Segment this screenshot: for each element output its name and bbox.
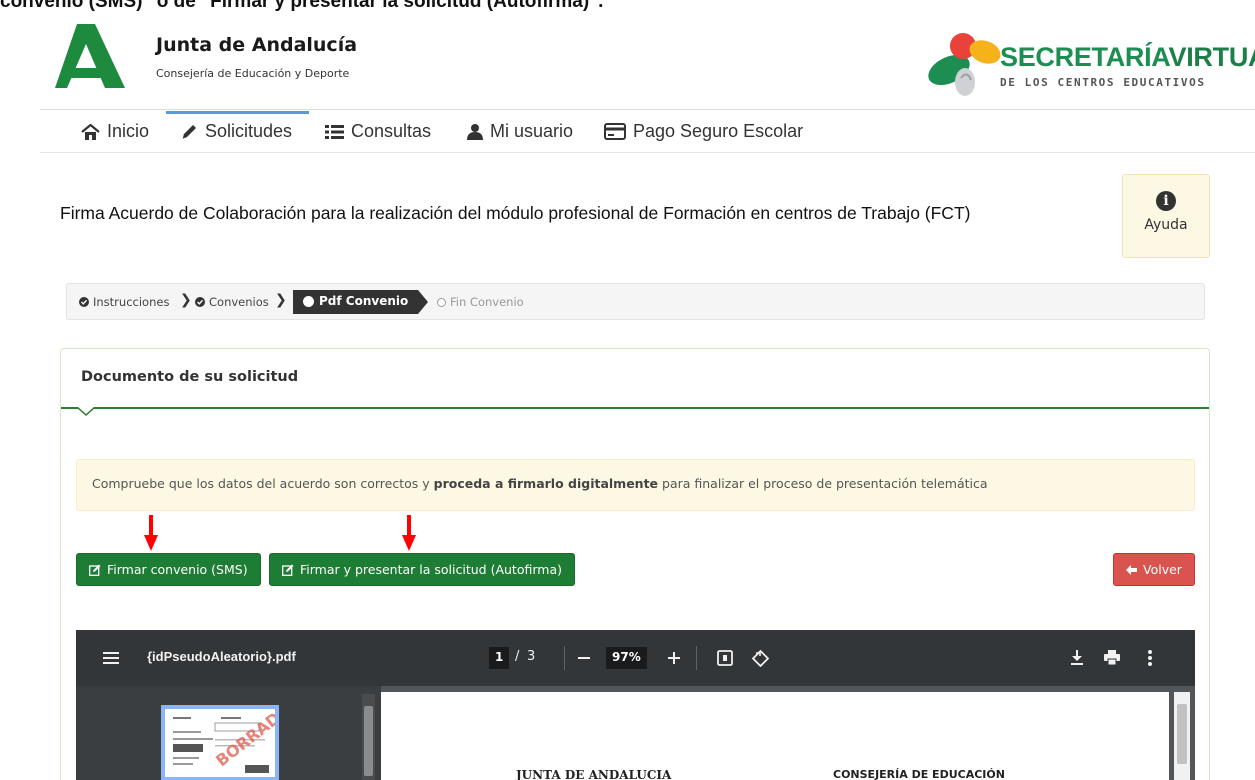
button-label: Volver — [1143, 562, 1182, 577]
scrollbar-thumb[interactable] — [1177, 704, 1187, 764]
document-panel: Documento de su solicitud Compruebe que … — [60, 348, 1210, 780]
step-pdf-convenio: Pdf Convenio — [293, 290, 429, 314]
print-icon[interactable] — [1104, 650, 1120, 665]
fit-page-icon[interactable] — [717, 650, 733, 666]
sign-autofirma-button[interactable]: Firmar y presentar la solicitud (Autofir… — [269, 553, 575, 586]
user-icon — [467, 124, 483, 140]
step-instrucciones[interactable]: Instrucciones — [79, 295, 169, 309]
main-navbar: Inicio Solicitudes Consultas Mi usuario … — [40, 111, 1255, 153]
junta-de-andalucia-logo — [55, 24, 125, 88]
pdf-toolbar: {idPseudoAleatorio}.pdf 1 / 3 97% — [76, 630, 1195, 686]
panel-notch — [77, 407, 95, 416]
page-number-input[interactable]: 1 — [489, 647, 510, 669]
nav-label: Inicio — [107, 121, 150, 141]
alert-text-bold: proceda a firmarlo digitalmente — [433, 476, 659, 491]
chevron-right-icon: ❯ — [275, 292, 287, 308]
home-icon — [81, 123, 100, 140]
nav-label: Consultas — [351, 121, 432, 141]
page-separator: / — [515, 649, 520, 664]
alert-text-after: para finalizar el proceso de presentació… — [658, 476, 988, 491]
empty-circle-icon — [437, 297, 446, 307]
arrow-left-icon — [1126, 564, 1137, 575]
check-circle-icon — [79, 297, 89, 307]
pdf-viewer: {idPseudoAleatorio}.pdf 1 / 3 97% BORRAD… — [76, 630, 1195, 780]
page-scrollbar[interactable] — [1174, 692, 1190, 780]
nav-active-indicator — [166, 111, 309, 114]
nav-item-inicio[interactable]: Inicio — [81, 121, 149, 142]
site-header: Junta de Andalucía Consejería de Educaci… — [40, 12, 1255, 110]
nav-item-mi-usuario[interactable]: Mi usuario — [467, 121, 573, 142]
step-label: Instrucciones — [93, 295, 170, 309]
button-label: Firmar y presentar la solicitud (Autofir… — [300, 562, 562, 577]
thumbnail-preview: BORRADOR — [173, 709, 275, 773]
menu-icon[interactable] — [103, 652, 119, 664]
info-icon: i — [1156, 191, 1176, 211]
zoom-level-input[interactable]: 97% — [606, 647, 647, 669]
panel-header: Documento de su solicitud — [61, 349, 1209, 416]
thumbnail-scrollbar[interactable] — [362, 694, 375, 780]
step-label: Convenios — [209, 295, 269, 309]
help-label: Ayuda — [1144, 217, 1188, 233]
step-label: Pdf Convenio — [319, 294, 409, 308]
zoom-out-icon[interactable] — [578, 657, 590, 659]
brand-title-part-2: VIRTUAL — [1168, 42, 1255, 72]
check-circle-icon — [195, 297, 205, 307]
button-label: Firmar convenio (SMS) — [107, 562, 248, 577]
nav-item-consultas[interactable]: Consultas — [325, 121, 431, 142]
warning-alert: Compruebe que los datos del acuerdo son … — [76, 459, 1195, 511]
page-header-left: JUNTA DE ANDALUCIA — [516, 768, 672, 780]
nav-label: Solicitudes — [205, 121, 293, 141]
current-step-dot-icon — [303, 296, 314, 307]
page-title: Firma Acuerdo de Colaboración para la re… — [60, 203, 971, 223]
scrollbar-thumb[interactable] — [364, 706, 373, 776]
annotation-arrow-icon — [402, 515, 416, 551]
toolbar-divider — [696, 646, 697, 670]
pencil-icon — [182, 124, 196, 139]
annotation-arrow-icon — [144, 515, 158, 551]
brand-title-part-1: SECRETARÍA — [1000, 42, 1169, 72]
edit-icon — [282, 564, 294, 576]
toolbar-divider — [564, 646, 565, 670]
more-options-icon[interactable] — [1148, 650, 1152, 666]
step-convenios[interactable]: Convenios — [195, 295, 269, 309]
page-header-right: CONSEJERÍA DE EDUCACIÓN — [833, 768, 1005, 780]
nav-label: Mi usuario — [490, 121, 574, 141]
nav-item-pago-seguro-escolar[interactable]: Pago Seguro Escolar — [604, 121, 803, 142]
download-icon[interactable] — [1071, 650, 1083, 665]
wizard-steps: Instrucciones ❯ Convenios ❯ Pdf Convenio… — [66, 283, 1205, 320]
nav-item-solicitudes[interactable]: Solicitudes — [180, 121, 292, 142]
zoom-in-icon[interactable] — [668, 652, 680, 664]
nav-label: Pago Seguro Escolar — [633, 121, 804, 141]
pdf-filename: {idPseudoAleatorio}.pdf — [147, 649, 296, 664]
sign-sms-button[interactable]: Firmar convenio (SMS) — [76, 553, 261, 586]
back-button[interactable]: Volver — [1113, 553, 1195, 586]
help-button[interactable]: i Ayuda — [1122, 174, 1210, 258]
panel-title: Documento de su solicitud — [81, 369, 299, 385]
brand-title: SECRETARÍAVIRTUAL — [1000, 42, 1255, 73]
org-title: Junta de Andalucía — [156, 34, 358, 56]
list-icon — [325, 124, 344, 139]
step-label: Fin Convenio — [450, 295, 524, 309]
total-pages: 3 — [527, 649, 536, 664]
brand-subtitle: DE LOS CENTROS EDUCATIVOS — [1000, 76, 1206, 89]
pdf-page: JUNTA DE ANDALUCIA CONSEJERÍA DE EDUCACI… — [381, 692, 1169, 780]
chevron-right-icon: ❯ — [180, 292, 192, 308]
alert-text-before: Compruebe que los datos del acuerdo son … — [92, 476, 434, 491]
rotate-icon[interactable] — [752, 650, 769, 667]
credit-card-icon — [604, 123, 626, 140]
step-fin-convenio: Fin Convenio — [437, 295, 524, 309]
edit-icon — [89, 564, 101, 576]
secretaria-virtual-logo — [928, 33, 1001, 96]
page-thumbnail[interactable]: BORRADOR — [161, 705, 279, 780]
org-subtitle: Consejería de Educación y Deporte — [156, 67, 350, 80]
